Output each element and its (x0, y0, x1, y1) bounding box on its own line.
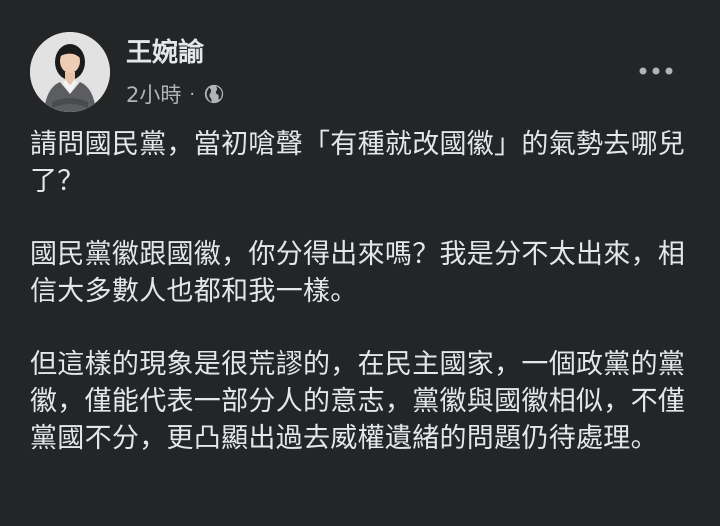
more-options-icon (639, 60, 673, 79)
post-paragraph: 國民黨徽跟國徽，你分得出來嗎？我是分不太出來，相信大多數人也都和我一樣。 (30, 239, 686, 307)
facebook-post: 王婉諭 2小時 · 請問國民黨，當初嗆聲「有種就改國徽」的氣勢去哪兒了？ 國民黨… (0, 0, 720, 526)
post-paragraph: 請問國民黨，當初嗆聲「有種就改國徽」的氣勢去哪兒了？ (30, 129, 686, 197)
author-avatar[interactable] (30, 32, 110, 112)
post-timestamp[interactable]: 2小時 (126, 79, 181, 109)
globe-icon[interactable] (203, 83, 225, 105)
post-paragraph: 但這樣的現象是很荒謬的，在民主國家，一個政黨的黨徽，僅能代表一部分人的意志，黨徽… (30, 349, 686, 454)
post-body: 請問國民黨，當初嗆聲「有種就改國徽」的氣勢去哪兒了？ 國民黨徽跟國徽，你分得出來… (30, 126, 690, 457)
more-options-button[interactable] (636, 54, 676, 84)
post-meta: 2小時 · (126, 79, 225, 109)
author-name[interactable]: 王婉諭 (126, 36, 204, 70)
meta-separator: · (189, 83, 196, 105)
